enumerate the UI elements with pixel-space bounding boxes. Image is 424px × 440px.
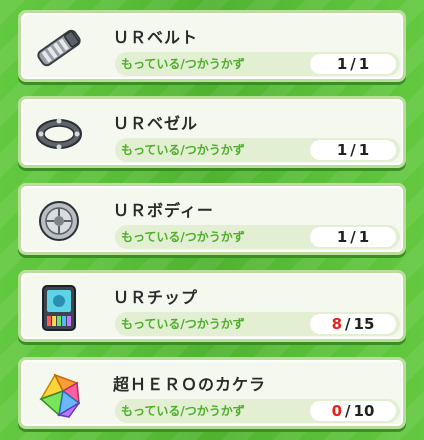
list-item-ur-bezel[interactable]: ＵＲベゼル もっている/つかうかず 1/1 bbox=[18, 96, 406, 168]
list-item-ur-belt[interactable]: ＵＲベルト もっている/つかうかず 1/1 bbox=[18, 10, 406, 82]
owned-count: 0 bbox=[331, 402, 343, 420]
list-item-super-hero-fragment[interactable]: 超ＨＥＲＯのカケラ もっている/つかうかず 0/10 bbox=[18, 357, 406, 429]
required-count: 1 bbox=[358, 141, 370, 159]
counts-row: もっている/つかうかず 1/1 bbox=[115, 225, 400, 249]
hero-fragment-icon bbox=[33, 369, 85, 421]
owned-count: 1 bbox=[336, 55, 348, 73]
counts-label: もっている/つかうかず bbox=[121, 230, 245, 244]
owned-count: 1 bbox=[336, 141, 348, 159]
count-value: 8/15 bbox=[310, 314, 396, 334]
count-value: 1/1 bbox=[310, 54, 396, 74]
list-item-ur-body[interactable]: ＵＲボディー もっている/つかうかず 1/1 bbox=[18, 183, 406, 255]
owned-count: 1 bbox=[336, 228, 348, 246]
counts-label: もっている/つかうかず bbox=[121, 143, 245, 157]
count-value: 0/10 bbox=[310, 401, 396, 421]
counts-label: もっている/つかうかず bbox=[121, 57, 245, 71]
owned-count: 8 bbox=[331, 315, 343, 333]
count-value: 1/1 bbox=[310, 140, 396, 160]
bezel-icon bbox=[33, 108, 85, 160]
belt-icon bbox=[33, 22, 85, 74]
counts-row: もっている/つかうかず 8/15 bbox=[115, 312, 400, 336]
counts-label: もっている/つかうかず bbox=[121, 317, 245, 331]
item-name: ＵＲベルト bbox=[113, 28, 199, 47]
count-value: 1/1 bbox=[310, 227, 396, 247]
counts-row: もっている/つかうかず 0/10 bbox=[115, 399, 400, 423]
chip-icon bbox=[33, 282, 85, 334]
item-name: ＵＲボディー bbox=[113, 201, 214, 220]
item-name: ＵＲベゼル bbox=[113, 114, 199, 133]
required-count: 1 bbox=[358, 228, 370, 246]
required-count: 10 bbox=[353, 402, 375, 420]
counts-row: もっている/つかうかず 1/1 bbox=[115, 138, 400, 162]
body-icon bbox=[33, 195, 85, 247]
required-count: 15 bbox=[353, 315, 375, 333]
item-name: ＵＲチップ bbox=[113, 288, 199, 307]
counts-row: もっている/つかうかず 1/1 bbox=[115, 52, 400, 76]
list-item-ur-chip[interactable]: ＵＲチップ もっている/つかうかず 8/15 bbox=[18, 270, 406, 342]
required-count: 1 bbox=[358, 55, 370, 73]
item-name: 超ＨＥＲＯのカケラ bbox=[113, 375, 267, 394]
counts-label: もっている/つかうかず bbox=[121, 404, 245, 418]
